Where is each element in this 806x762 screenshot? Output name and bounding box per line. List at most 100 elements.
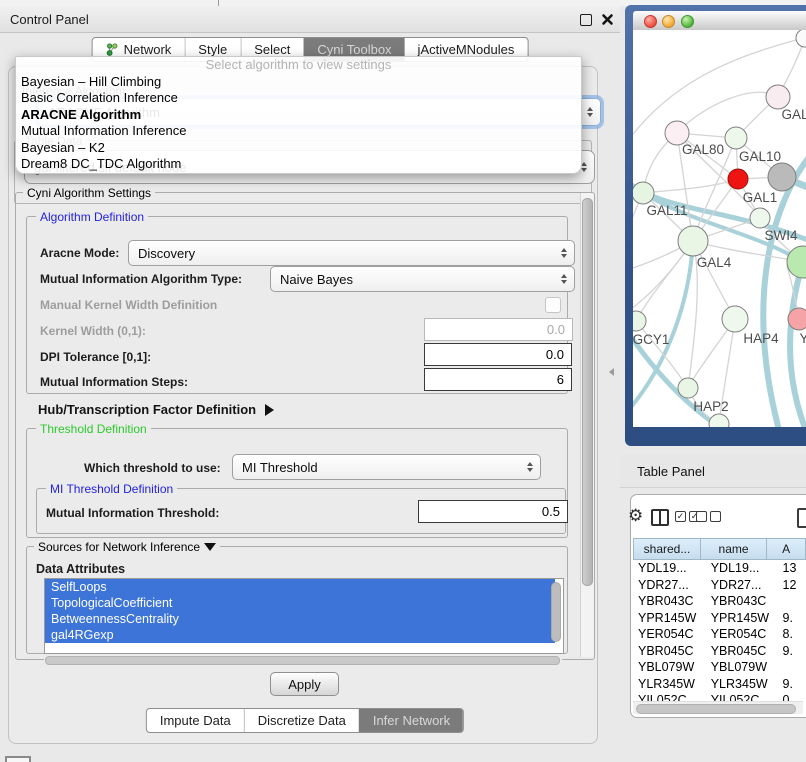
docked-panel-icon[interactable] (5, 756, 31, 762)
deselect-all-icon[interactable] (696, 511, 721, 522)
table-hscrollbar-thumb[interactable] (636, 704, 796, 714)
network-node-hap2[interactable] (678, 378, 698, 398)
network-view-canvas[interactable]: GALGAL80GAL10GAL1GAL11SWI4GAL4GCY1HAP4YH… (633, 30, 806, 427)
network-node-y[interactable] (788, 308, 806, 330)
attribute-list-item[interactable]: BetweennessCentrality (45, 611, 555, 627)
table-cell: YDL19... (706, 560, 778, 577)
dropdown-item[interactable]: Bayesian – K2 (16, 140, 581, 157)
network-graph[interactable]: GALGAL80GAL10GAL1GAL11SWI4GAL4GCY1HAP4YH… (633, 30, 806, 427)
attribute-list-item[interactable]: gal4RGexp (45, 627, 555, 643)
table-row[interactable]: YLR345WYLR345W9. (633, 676, 806, 693)
network-node-gal10[interactable] (725, 127, 747, 149)
settings-group-title: Cyni Algorithm Settings (23, 186, 155, 200)
tab-discretize-data[interactable]: Discretize Data (244, 709, 359, 732)
dropdown-item[interactable]: Mutual Information Inference (16, 123, 581, 140)
network-node[interactable] (796, 30, 806, 47)
sources-group-title[interactable]: Sources for Network Inference (34, 540, 220, 554)
table-row[interactable]: YBR043CYBR043C (633, 593, 806, 610)
network-node-swi4[interactable] (750, 208, 770, 228)
table-rows[interactable]: YDL19...YDL19...13YDR27...YDR27...12YBR0… (633, 560, 806, 701)
zoom-traffic-light-icon[interactable] (681, 15, 694, 28)
dpi-tolerance-field[interactable]: 0.0 (424, 343, 572, 366)
algorithm-dropdown-popup: Select algorithm to view settings Bayesi… (15, 56, 582, 174)
dropdown-item[interactable]: Basic Correlation Inference (16, 90, 581, 107)
table-cell: 0. (778, 692, 806, 701)
combo-stepper-icon (561, 274, 567, 284)
settings-scrollbar-thumb[interactable] (582, 198, 593, 586)
network-window-titlebar[interactable] (633, 11, 806, 31)
mutual-information-threshold-label: Mutual Information Threshold: (46, 506, 219, 520)
columns-icon[interactable] (651, 509, 669, 526)
table-row[interactable]: YIL052CYIL052C0. (633, 692, 806, 701)
new-column-icon[interactable] (797, 508, 806, 528)
network-node-label: HAP4 (743, 331, 779, 346)
manual-kernel-width-checkbox[interactable] (545, 297, 561, 313)
network-node-label: GCY1 (633, 332, 669, 347)
attribute-list-item[interactable]: SelfLoops (45, 579, 555, 595)
table-row[interactable]: YDR27...YDR27...12 (633, 577, 806, 594)
network-node-hap4[interactable] (722, 306, 748, 332)
table-cell: YDL19... (633, 560, 706, 577)
network-node-gal1[interactable] (728, 169, 748, 189)
network-node-label: GAL4 (697, 255, 732, 270)
tab-label: Network (124, 42, 172, 57)
dropdown-item[interactable]: Dream8 DC_TDC Algorithm (16, 156, 581, 173)
mi-algorithm-type-value: Naive Bayes (280, 272, 353, 287)
algorithm-definition-title: Algorithm Definition (36, 210, 148, 224)
network-node-label: GAL10 (739, 149, 781, 164)
kernel-width-field[interactable]: 0.0 (424, 318, 573, 341)
list-scrollbar-thumb[interactable] (551, 582, 561, 642)
mi-algorithm-type-combobox[interactable]: Naive Bayes (270, 266, 575, 292)
minimize-traffic-light-icon[interactable] (662, 15, 675, 28)
mi-threshold-definition-title: MI Threshold Definition (46, 482, 177, 496)
table-row[interactable]: YPR145WYPR145W9. (633, 610, 806, 627)
attribute-list-item[interactable]: TopologicalCoefficient (45, 595, 555, 611)
list-hscrollbar[interactable] (44, 655, 562, 664)
dropdown-item[interactable]: Bayesian – Hill Climbing (16, 74, 581, 91)
tab-infer-network[interactable]: Infer Network (359, 709, 463, 732)
mutual-information-threshold-value: 0.5 (542, 504, 560, 519)
network-node-label: GAL80 (682, 142, 724, 157)
network-edge[interactable] (677, 92, 778, 133)
mutual-information-threshold-field[interactable]: 0.5 (418, 500, 568, 523)
network-node-gal11[interactable] (633, 182, 654, 204)
tab-impute-data[interactable]: Impute Data (147, 709, 244, 732)
table-column-header[interactable]: shared... (633, 538, 701, 560)
tab-label: Cyni Toolbox (317, 42, 391, 57)
table-hscrollbar[interactable] (633, 701, 803, 714)
network-node-label: HAP2 (693, 399, 728, 414)
apply-button[interactable]: Apply (270, 672, 339, 696)
which-threshold-combobox[interactable]: MI Threshold (232, 454, 541, 480)
close-icon[interactable] (601, 13, 614, 26)
list-hscrollbar-thumb[interactable] (45, 656, 560, 665)
float-window-icon[interactable] (580, 14, 592, 26)
network-node[interactable] (709, 414, 729, 427)
network-node-label: SWI4 (764, 228, 797, 243)
network-node-gal4[interactable] (678, 226, 708, 256)
table-cell: YIL052C (706, 692, 778, 701)
table-cell: 9. (778, 676, 806, 693)
table-row[interactable]: YER054CYER054C8. (633, 626, 806, 643)
close-traffic-light-icon[interactable] (644, 15, 657, 28)
table-row[interactable]: YBR045CYBR045C9. (633, 643, 806, 660)
kernel-width-value: 0.0 (547, 322, 565, 337)
data-attributes-list[interactable]: SelfLoopsTopologicalCoefficientBetweenne… (44, 578, 564, 654)
table-row[interactable]: YDL19...YDL19...13 (633, 560, 806, 577)
table-column-header[interactable]: name (701, 538, 767, 560)
network-node-gal[interactable] (766, 85, 790, 109)
network-node-gcy1[interactable] (633, 311, 646, 331)
network-node[interactable] (768, 163, 796, 191)
table-cell (778, 659, 806, 676)
mi-steps-field[interactable]: 6 (424, 368, 572, 391)
aracne-mode-combobox[interactable]: Discovery (128, 240, 575, 266)
table-column-header[interactable]: A (767, 538, 806, 560)
splitter-collapse-icon[interactable] (609, 368, 614, 376)
dropdown-item[interactable]: ARACNE Algorithm (16, 107, 581, 124)
table-cell: YPR145W (633, 610, 706, 627)
table-cell: YDR27... (633, 577, 706, 594)
table-header-row[interactable]: shared...nameA (633, 538, 806, 560)
hub-definition-expander[interactable]: Hub/Transcription Factor Definition (38, 402, 274, 417)
gear-icon[interactable]: ⚙ (628, 507, 643, 524)
table-row[interactable]: YBL079WYBL079W (633, 659, 806, 676)
network-edge[interactable] (643, 179, 738, 193)
